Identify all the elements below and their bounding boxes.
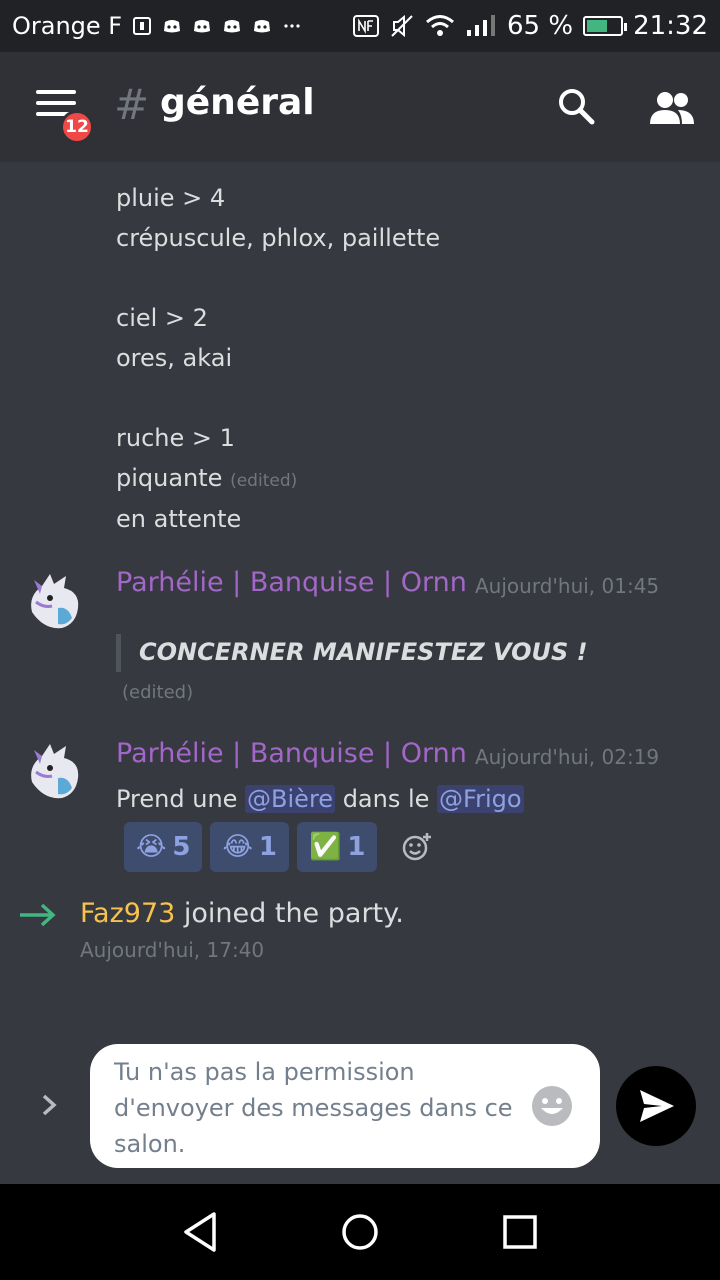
mute-icon bbox=[391, 14, 413, 38]
reaction-button[interactable]: 😭 5 bbox=[124, 822, 203, 872]
message-timestamp: Aujourd'hui, 02:19 bbox=[475, 745, 660, 769]
reaction-emoji: 😭 bbox=[136, 832, 167, 862]
menu-icon bbox=[36, 90, 76, 94]
add-reaction-icon[interactable] bbox=[401, 831, 433, 863]
reactions-row: 😭 5 😂 1 ✅ 1 bbox=[124, 822, 433, 872]
reaction-count: 5 bbox=[172, 832, 191, 862]
message-line: ruche > 1 bbox=[116, 424, 235, 452]
reaction-count: 1 bbox=[347, 832, 366, 862]
unread-badge: 12 bbox=[60, 110, 94, 144]
discord-notification-icon bbox=[224, 20, 241, 33]
battery-icon bbox=[583, 16, 628, 36]
more-notifications-icon bbox=[284, 24, 300, 28]
discord-notification-icon bbox=[164, 20, 181, 33]
status-bar: Orange F 65 % 21:32 bbox=[0, 0, 720, 52]
avatar[interactable] bbox=[22, 568, 92, 638]
discord-notification-icon bbox=[194, 20, 211, 33]
send-button[interactable] bbox=[616, 1066, 696, 1146]
message-line: ciel > 2 bbox=[116, 304, 208, 332]
role-mention[interactable]: @Frigo bbox=[437, 785, 524, 813]
notification-icon bbox=[133, 17, 152, 35]
blockquote: CONCERNER MANIFESTEZ VOUS ! bbox=[116, 634, 588, 672]
menu-icon-bar bbox=[36, 101, 76, 105]
wifi-icon bbox=[426, 15, 454, 36]
message-text: dans le bbox=[335, 785, 438, 813]
reaction-button[interactable]: ✅ 1 bbox=[296, 822, 378, 872]
message-text: piquante bbox=[116, 464, 223, 492]
chevron-right-icon[interactable] bbox=[36, 1088, 64, 1122]
message-author[interactable]: Parhélie | Banquise | Ornn bbox=[116, 738, 467, 769]
join-text: joined the party. bbox=[175, 898, 404, 929]
reaction-button[interactable]: 😂 1 bbox=[210, 822, 289, 872]
message-line: pluie > 4 bbox=[116, 184, 226, 212]
message-content: Prend une @Bière dans le @Frigo bbox=[116, 785, 524, 813]
join-username[interactable]: Faz973 bbox=[80, 898, 175, 929]
status-bar-right: 65 % 21:32 bbox=[353, 0, 708, 52]
channel-header: 12 # général bbox=[0, 52, 720, 162]
search-icon[interactable] bbox=[556, 86, 596, 126]
edited-label: (edited) bbox=[230, 471, 298, 491]
role-mention[interactable]: @Bière bbox=[245, 785, 336, 813]
send-icon bbox=[640, 1090, 674, 1122]
channel-hash-icon: # bbox=[114, 80, 150, 129]
home-icon[interactable] bbox=[340, 1212, 380, 1252]
join-message: Faz973 joined the party. bbox=[80, 898, 404, 929]
message-line-edited: piquante (edited) bbox=[116, 464, 297, 492]
emoji-icon[interactable] bbox=[530, 1084, 574, 1128]
clock: 21:32 bbox=[633, 11, 708, 41]
signal-icon bbox=[467, 15, 495, 36]
back-icon[interactable] bbox=[180, 1210, 222, 1254]
members-icon[interactable] bbox=[648, 88, 696, 128]
avatar-image bbox=[31, 574, 79, 629]
join-arrow-icon bbox=[20, 903, 56, 927]
message-input[interactable]: Tu n'as pas la permission d'envoyer des … bbox=[90, 1044, 600, 1168]
carrier-label: Orange F bbox=[12, 12, 123, 40]
join-timestamp: Aujourd'hui, 17:40 bbox=[80, 938, 265, 962]
message-line: crépuscule, phlox, paillette bbox=[116, 224, 441, 252]
android-nav-bar bbox=[0, 1184, 720, 1280]
battery-fill bbox=[587, 20, 608, 32]
message-line: ores, akai bbox=[116, 344, 233, 372]
message-timestamp: Aujourd'hui, 01:45 bbox=[475, 574, 660, 598]
battery-percent: 65 % bbox=[507, 11, 574, 41]
channel-title[interactable]: général bbox=[160, 82, 315, 123]
reaction-emoji: 😂 bbox=[222, 832, 253, 862]
discord-notification-icon bbox=[254, 20, 271, 33]
edited-label: (edited) bbox=[122, 682, 194, 703]
message-text: Prend une bbox=[116, 785, 246, 813]
message-author[interactable]: Parhélie | Banquise | Ornn bbox=[116, 567, 467, 598]
avatar-image bbox=[31, 744, 79, 799]
recent-apps-icon[interactable] bbox=[502, 1214, 538, 1250]
reaction-count: 1 bbox=[258, 832, 277, 862]
avatar[interactable] bbox=[22, 738, 92, 808]
reaction-emoji: ✅ bbox=[308, 832, 342, 862]
status-bar-left: Orange F bbox=[12, 0, 302, 52]
message-line: en attente bbox=[116, 505, 242, 533]
nfc-icon bbox=[353, 15, 379, 37]
